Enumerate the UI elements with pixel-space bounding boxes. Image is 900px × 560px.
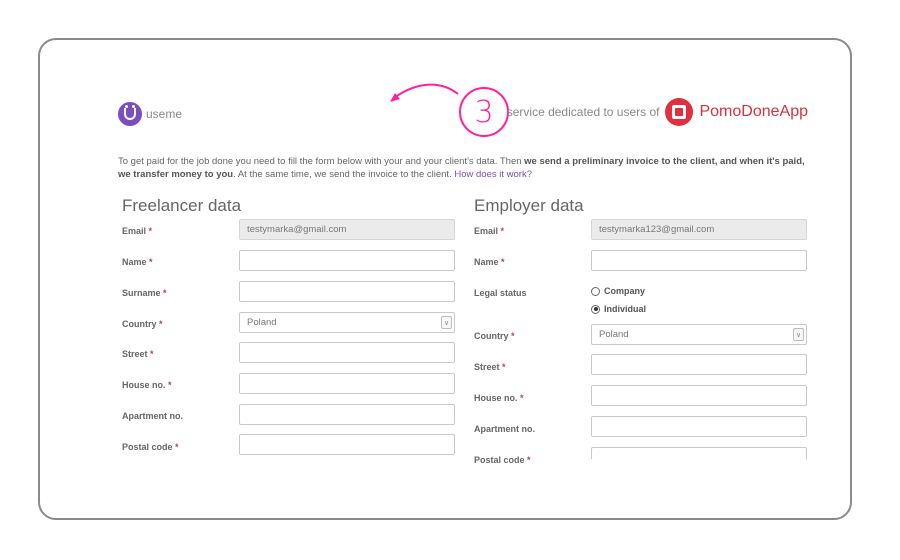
employer-postal-field[interactable] (591, 447, 807, 459)
freelancer-house-field[interactable] (239, 373, 455, 394)
employer-street-label: Street * (474, 362, 506, 372)
employer-apartment-label: Apartment no. (474, 424, 536, 434)
employer-country-label: Country * (474, 331, 515, 341)
employer-country-select[interactable]: Poland ∨ (591, 324, 807, 345)
step-number-badge: 3 (459, 87, 509, 137)
employer-house-label: House no. * (474, 393, 524, 403)
employer-postal-label: Postal code * (474, 455, 531, 465)
intro-text: To get paid for the job done you need to… (118, 156, 805, 180)
chevron-down-icon: ∨ (441, 316, 452, 329)
individual-radio[interactable] (591, 304, 600, 314)
chevron-down-icon: ∨ (793, 328, 804, 341)
freelancer-name-field[interactable] (239, 250, 455, 271)
company-radio[interactable] (591, 286, 600, 296)
employer-name-field[interactable] (591, 250, 807, 271)
legal-status-company-option[interactable]: Company (591, 286, 645, 296)
freelancer-section-title: Freelancer data (122, 196, 242, 215)
freelancer-house-label: House no. * (122, 380, 172, 390)
freelancer-surname-label: Surname * (122, 288, 167, 298)
partner-name: PomoDoneApp (699, 103, 808, 120)
freelancer-email-field[interactable]: testymarka@gmail.com (239, 219, 455, 240)
pointer-arrow-icon (390, 83, 459, 102)
partner-branding: service dedicated to users of PomoDoneAp… (507, 98, 808, 126)
employer-name-label: Name * (474, 257, 505, 267)
employer-legal-status-label: Legal status (474, 288, 527, 298)
freelancer-surname-field[interactable] (239, 281, 455, 302)
freelancer-country-label: Country * (122, 319, 163, 329)
useme-logo[interactable]: useme (118, 102, 182, 126)
service-text: service dedicated to users of (506, 105, 660, 119)
useme-logo-icon (118, 102, 142, 126)
freelancer-country-select[interactable]: Poland ∨ (239, 312, 455, 333)
employer-email-field[interactable]: testymarka123@gmail.com (591, 219, 807, 240)
freelancer-postal-label: Postal code * (122, 442, 179, 452)
employer-street-field[interactable] (591, 354, 807, 375)
freelancer-apartment-label: Apartment no. (122, 411, 184, 421)
freelancer-street-field[interactable] (239, 342, 455, 363)
freelancer-street-label: Street * (122, 349, 154, 359)
freelancer-postal-field[interactable] (239, 434, 455, 455)
freelancer-apartment-field[interactable] (239, 404, 455, 425)
employer-section-title: Employer data (474, 196, 584, 215)
how-it-works-link[interactable]: How does it work? (454, 169, 532, 180)
pomodone-logo-icon (665, 98, 694, 126)
logo-text: useme (146, 107, 183, 121)
employer-apartment-field[interactable] (591, 416, 807, 437)
freelancer-email-label: Email * (122, 226, 153, 236)
employer-email-label: Email * (474, 226, 505, 236)
freelancer-name-label: Name * (122, 257, 153, 267)
legal-status-individual-option[interactable]: Individual (591, 304, 646, 314)
employer-house-field[interactable] (591, 385, 807, 406)
